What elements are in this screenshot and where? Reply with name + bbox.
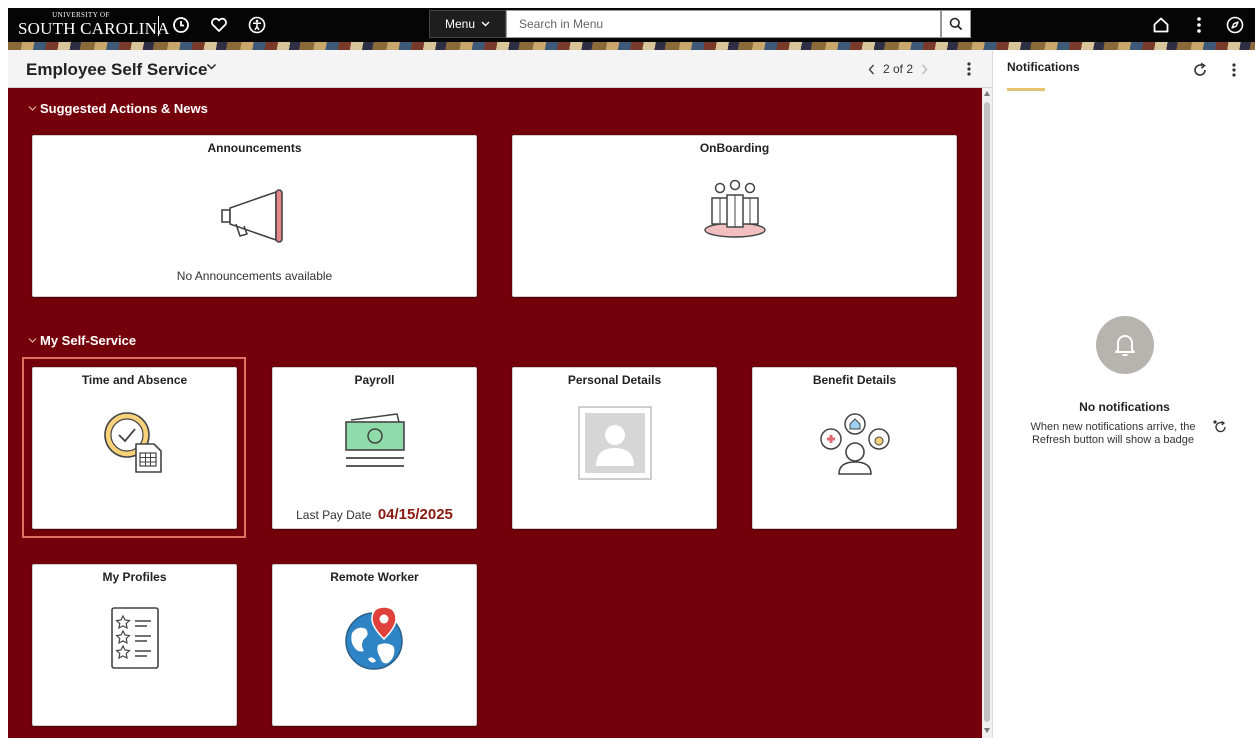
university-logo[interactable]: UNIVERSITY OF SOUTH CAROLINA bbox=[18, 11, 170, 38]
search-icon bbox=[949, 17, 963, 31]
tile-title: OnBoarding bbox=[699, 141, 770, 155]
home-icon[interactable] bbox=[1150, 14, 1172, 36]
chevron-down-icon[interactable] bbox=[206, 63, 217, 71]
section-title: My Self-Service bbox=[40, 333, 137, 348]
compass-icon[interactable] bbox=[1224, 14, 1246, 36]
scroll-up-arrow-icon[interactable] bbox=[984, 91, 990, 96]
homepage-pager: 2 of 2 bbox=[868, 62, 928, 76]
notifications-title: Notifications bbox=[1007, 60, 1080, 74]
bell-icon bbox=[1096, 316, 1154, 374]
section-suggested-actions[interactable]: Suggested Actions & News bbox=[28, 101, 208, 116]
no-notifications-message: When new notifications arrive, the Refre… bbox=[1030, 421, 1196, 446]
tile-personal-details[interactable]: Personal Details bbox=[512, 367, 717, 529]
tile-title: Personal Details bbox=[567, 373, 662, 387]
logo-line-2: SOUTH CAROLINA bbox=[18, 19, 170, 38]
decorative-banner-strip bbox=[8, 42, 1255, 50]
money-bill-icon bbox=[344, 413, 405, 467]
tile-announcements[interactable]: Announcements No Announcements available bbox=[32, 135, 477, 297]
clock-timesheet-icon bbox=[103, 412, 162, 473]
chevron-right-icon bbox=[922, 64, 928, 74]
search-button[interactable] bbox=[941, 10, 971, 38]
team-group-icon bbox=[703, 179, 766, 238]
scroll-down-arrow-icon[interactable] bbox=[984, 728, 990, 733]
page-header: Employee Self Service 2 of 2 bbox=[8, 50, 992, 88]
top-navigation-bar: UNIVERSITY OF SOUTH CAROLINA Menu bbox=[8, 8, 1255, 42]
last-pay-date-value: 04/15/2025 bbox=[377, 506, 453, 523]
notifications-panel: Notifications No notifications When new … bbox=[992, 50, 1255, 738]
tile-title: Announcements bbox=[207, 141, 302, 155]
tile-benefit-details[interactable]: Benefit Details bbox=[752, 367, 957, 529]
menu-dropdown-button[interactable]: Menu bbox=[429, 10, 506, 38]
last-pay-date: Last Pay Date 04/15/2025 bbox=[273, 506, 476, 523]
heart-icon[interactable] bbox=[208, 14, 230, 36]
tile-time-and-absence[interactable]: Time and Absence bbox=[32, 367, 237, 529]
main-scrollbar[interactable] bbox=[982, 88, 992, 738]
tile-title: Remote Worker bbox=[330, 570, 419, 584]
tile-payroll[interactable]: Payroll Last Pay Date 04/15/2025 bbox=[272, 367, 477, 529]
tile-title: My Profiles bbox=[102, 570, 167, 584]
scrollbar-thumb[interactable] bbox=[984, 102, 990, 722]
chevron-down-icon bbox=[481, 21, 490, 27]
homepage-title[interactable]: Employee Self Service bbox=[26, 60, 207, 80]
menu-label: Menu bbox=[444, 17, 476, 31]
homepage-main: Employee Self Service 2 of 2 Suggested A… bbox=[8, 50, 992, 738]
kebab-menu-icon[interactable] bbox=[1188, 14, 1210, 36]
tile-remote-worker[interactable]: Remote Worker bbox=[272, 564, 477, 726]
no-notifications-title: No notifications bbox=[1079, 400, 1170, 414]
person-photo-icon bbox=[577, 406, 652, 480]
benefits-person-icon bbox=[819, 413, 890, 475]
star-checklist-icon bbox=[110, 607, 159, 669]
last-pay-date-label: Last Pay Date bbox=[296, 508, 372, 522]
accessibility-icon[interactable] bbox=[246, 14, 268, 36]
logo-line-1: UNIVERSITY OF bbox=[52, 11, 110, 19]
tile-title: Payroll bbox=[354, 373, 395, 387]
section-title: Suggested Actions & News bbox=[40, 101, 208, 116]
refresh-badge-icon bbox=[1213, 420, 1226, 433]
tile-onboarding[interactable]: OnBoarding bbox=[512, 135, 957, 297]
notifications-tab-underline bbox=[1007, 88, 1045, 91]
chevron-down-icon bbox=[28, 106, 37, 111]
pager-count: 2 of 2 bbox=[883, 62, 914, 76]
refresh-icon[interactable] bbox=[1192, 62, 1208, 78]
tile-subtitle: No Announcements available bbox=[176, 269, 333, 283]
logo-divider bbox=[158, 16, 159, 36]
globe-location-icon bbox=[344, 606, 403, 670]
section-my-self-service[interactable]: My Self-Service bbox=[28, 333, 136, 348]
notifications-kebab-icon[interactable] bbox=[1231, 61, 1237, 79]
page-options-kebab-icon[interactable] bbox=[966, 60, 972, 78]
tile-title: Benefit Details bbox=[812, 373, 897, 387]
clock-icon[interactable] bbox=[170, 14, 192, 36]
search-input[interactable] bbox=[506, 10, 941, 38]
chevron-down-icon bbox=[28, 338, 37, 343]
chevron-left-icon[interactable] bbox=[868, 64, 875, 75]
megaphone-icon bbox=[220, 189, 283, 243]
tile-my-profiles[interactable]: My Profiles bbox=[32, 564, 237, 726]
tile-title: Time and Absence bbox=[81, 373, 188, 387]
